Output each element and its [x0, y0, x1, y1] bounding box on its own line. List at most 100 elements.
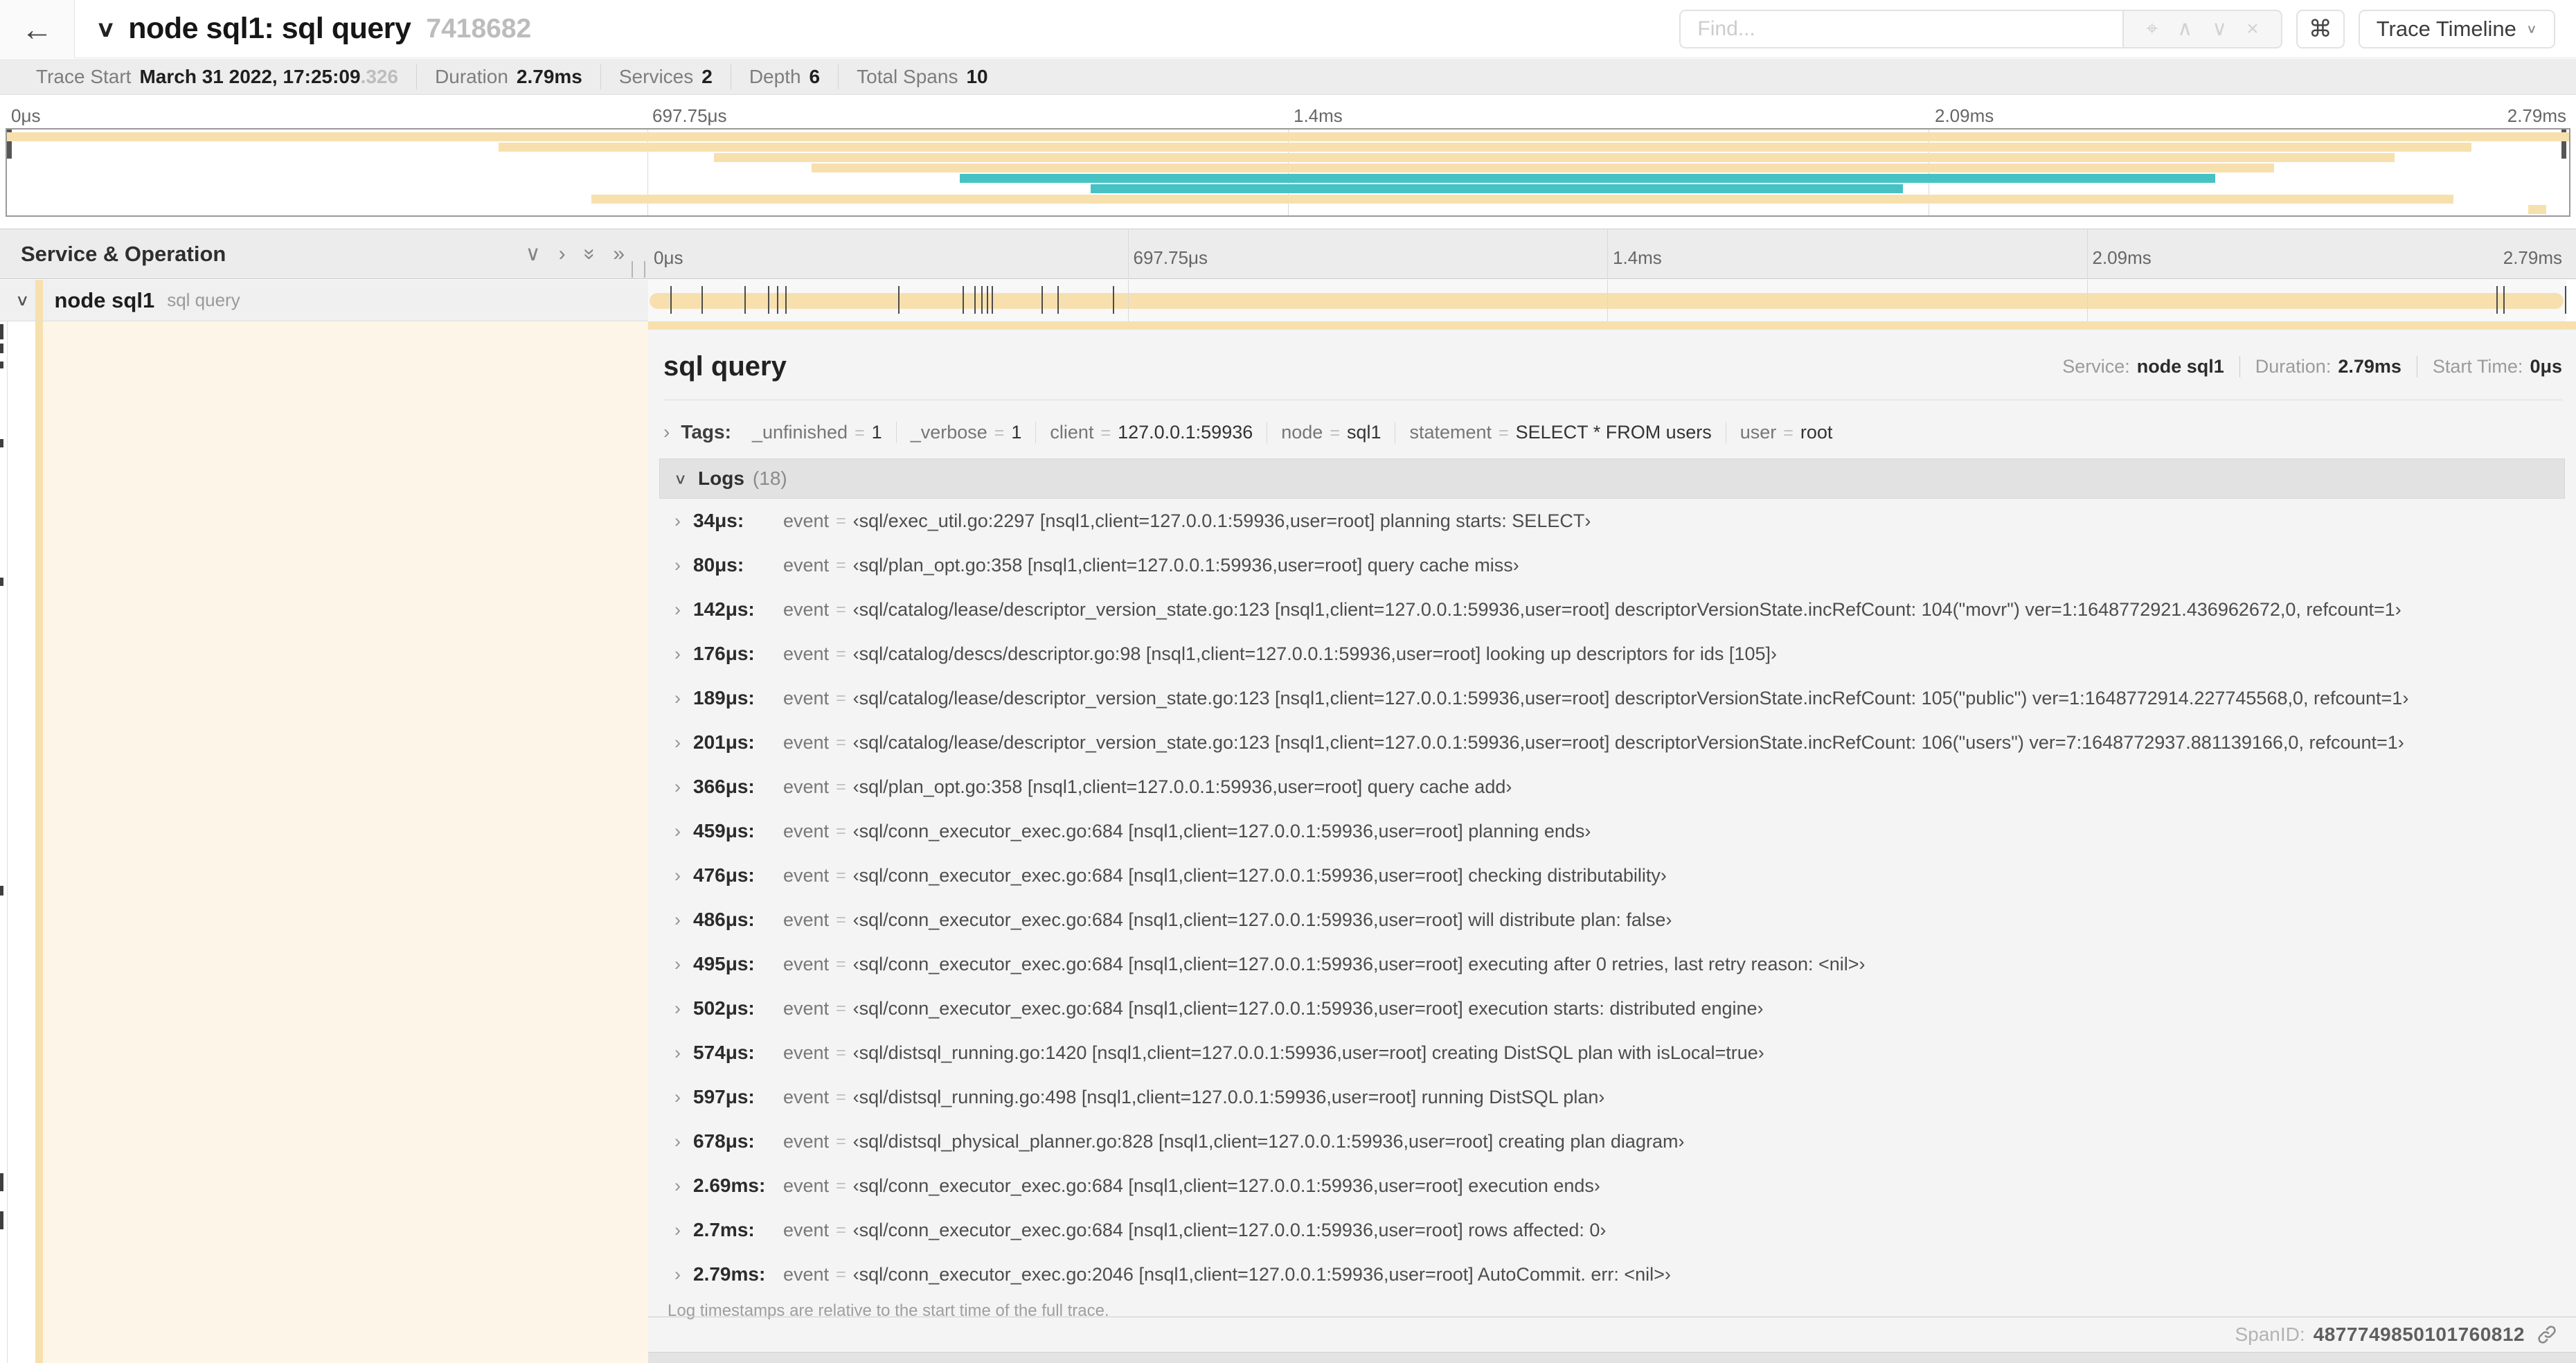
log-field-value: ‹sql/conn_executor_exec.go:684 [nsql1,cl… [852, 953, 1866, 974]
tag-key: client [1050, 421, 1094, 443]
back-arrow-icon: ← [21, 10, 53, 47]
chevron-right-icon: › [674, 953, 681, 974]
log-entry[interactable]: › 495μs: event = ‹sql/conn_executor_exec.go:… [659, 942, 2565, 986]
tag-key: _unfinished [751, 421, 848, 443]
tag-item[interactable]: user = root [1726, 422, 1847, 443]
collapse-trace-chevron-icon[interactable]: ∨ [96, 16, 116, 42]
span-timeline-cell[interactable] [648, 280, 2566, 321]
log-equals: = [836, 909, 846, 929]
log-entry[interactable]: › 476μs: event = ‹sql/conn_executor_exec.go:… [659, 853, 2565, 898]
log-marker-tick [2565, 286, 2566, 314]
tags-accordion[interactable]: › Tags: _unfinished = 1 _verbose = 1 client = 12… [663, 413, 2562, 452]
span-collapse-chevron-icon[interactable]: ∨ [15, 291, 30, 309]
log-timestamp: 678μs: [693, 1130, 755, 1152]
log-field-value: ‹sql/catalog/lease/descriptor_version_st… [852, 731, 2404, 753]
list-left-border [7, 321, 8, 1363]
log-entry[interactable]: › 574μs: event = ‹sql/distsql_running.go:142… [659, 1031, 2565, 1075]
log-entry[interactable]: › 2.7ms: event = ‹sql/conn_executor_exec.go:… [659, 1208, 2565, 1252]
log-entry[interactable]: › 486μs: event = ‹sql/conn_executor_exec.go:… [659, 898, 2565, 942]
trace-id: 7418682 [426, 13, 532, 44]
tag-equals: = [994, 422, 1005, 443]
expand-collapse-controls: ∨ › » » [508, 243, 625, 265]
logs-label: Logs [698, 467, 744, 489]
ruler-tick-label: 1.4ms [1294, 105, 1343, 126]
collapse-one-icon[interactable]: ∨ [526, 243, 541, 265]
gridline [1607, 229, 1608, 278]
tag-equals: = [855, 422, 865, 443]
log-marker-tick [2503, 286, 2505, 314]
focus-match-icon[interactable]: ⌖ [2146, 18, 2158, 39]
find-controls: ⌖ ∧ ∨ × [2122, 9, 2282, 48]
scroll-marker [0, 439, 3, 447]
log-entry[interactable]: › 459μs: event = ‹sql/conn_executor_exec.go:… [659, 809, 2565, 853]
tag-item[interactable]: node = sql1 [1267, 421, 1396, 443]
log-equals: = [836, 643, 846, 663]
log-entry[interactable]: › 34μs: event = ‹sql/exec_util.go:2297 [nsql… [659, 499, 2565, 543]
logs-accordion-header[interactable]: ∨ Logs (18) [659, 458, 2565, 499]
log-entry[interactable]: › 597μs: event = ‹sql/distsql_running.go:498… [659, 1075, 2565, 1119]
log-field-key: event [783, 1175, 830, 1196]
span-overview: Service: node sql1 Duration: 2.79ms Star… [2047, 355, 2562, 377]
gridline [1607, 280, 1608, 321]
log-entry[interactable]: › 80μs: event = ‹sql/plan_opt.go:358 [nsql1,… [659, 543, 2565, 587]
span-duration-bar[interactable] [650, 293, 2564, 309]
service-color-stripe [35, 280, 43, 321]
log-entry[interactable]: › 2.69ms: event = ‹sql/conn_executor_exec.go… [659, 1164, 2565, 1208]
log-equals: = [836, 688, 846, 708]
column-resize-grip[interactable] [632, 261, 645, 278]
minimap-canvas[interactable] [6, 128, 2570, 217]
chevron-right-icon: › [674, 864, 681, 886]
tag-value: 127.0.0.1:59936 [1118, 421, 1253, 443]
log-entry[interactable]: › 142μs: event = ‹sql/catalog/lease/descript… [659, 587, 2565, 632]
log-entry[interactable]: › 366μs: event = ‹sql/plan_opt.go:358 [nsql1… [659, 765, 2565, 809]
log-entry[interactable]: › 502μs: event = ‹sql/conn_executor_exec.go:… [659, 986, 2565, 1031]
log-timestamp: 597μs: [693, 1086, 755, 1107]
expand-all-icon[interactable]: » [613, 243, 625, 265]
tag-item[interactable]: statement = SELECT * FROM users [1395, 421, 1726, 443]
trace-view-select[interactable]: Trace Timeline ∨ [2358, 9, 2555, 48]
log-field-key: event [783, 1130, 830, 1152]
log-entry[interactable]: › 176μs: event = ‹sql/catalog/descs/descript… [659, 632, 2565, 676]
log-field-value: ‹sql/conn_executor_exec.go:684 [nsql1,cl… [852, 1219, 1607, 1240]
log-field-key: event [783, 643, 830, 664]
tag-item[interactable]: client = 127.0.0.1:59936 [1036, 421, 1268, 443]
log-field-key: event [783, 510, 830, 531]
log-entry[interactable]: › 201μs: event = ‹sql/catalog/lease/descript… [659, 720, 2565, 765]
find-input[interactable] [1679, 9, 2123, 48]
next-match-icon[interactable]: ∨ [2212, 18, 2227, 39]
trace-meta-bar: Trace Start March 31 2022, 17:25:09.326 Du… [0, 59, 2576, 95]
log-entry[interactable]: › 189μs: event = ‹sql/catalog/lease/descript… [659, 676, 2565, 720]
deep-link-icon[interactable] [2536, 1324, 2558, 1346]
overview-service: Service: node sql1 [2047, 355, 2240, 377]
scroll-marker [0, 578, 3, 586]
meta-label: Trace Start [36, 65, 132, 87]
log-entry[interactable]: › 678μs: event = ‹sql/distsql_physical_plann… [659, 1119, 2565, 1164]
log-marker-tick [670, 286, 672, 314]
tag-item[interactable]: _unfinished = 1 [738, 421, 897, 443]
scroll-marker [0, 1173, 3, 1191]
back-button[interactable]: ← [0, 0, 75, 58]
log-field-key: event [783, 1219, 830, 1240]
span-name-cell[interactable]: ∨ node sql1 sql query [0, 280, 648, 321]
collapse-all-icon[interactable]: » [578, 248, 601, 260]
ruler-tick-label: 697.75μs [652, 105, 727, 126]
chevron-right-icon: › [674, 687, 681, 709]
log-timestamp: 2.79ms: [693, 1263, 766, 1285]
meta-value: 2.79ms [516, 65, 582, 87]
ruler-tick-label: 2.79ms [2507, 105, 2566, 126]
tag-value: SELECT * FROM users [1515, 421, 1712, 443]
clear-find-icon[interactable]: × [2246, 18, 2259, 39]
chevron-right-icon: › [674, 1219, 681, 1240]
chevron-right-icon: › [674, 1130, 681, 1152]
log-entry[interactable]: › 2.79ms: event = ‹sql/conn_executor_exec.go… [659, 1252, 2565, 1297]
log-timestamp: 486μs: [693, 909, 755, 930]
prev-match-icon[interactable]: ∧ [2177, 18, 2192, 39]
chevron-down-icon: ∨ [674, 470, 688, 487]
tags-label: Tags: [681, 421, 731, 443]
keyboard-shortcuts-button[interactable]: ⌘ [2296, 9, 2345, 48]
log-field-key: event [783, 776, 830, 797]
tag-item[interactable]: _verbose = 1 [897, 421, 1037, 443]
expand-one-icon[interactable]: › [559, 243, 566, 265]
log-equals: = [836, 998, 846, 1018]
trace-meta-item: Total Spans 10 [839, 64, 1005, 89]
